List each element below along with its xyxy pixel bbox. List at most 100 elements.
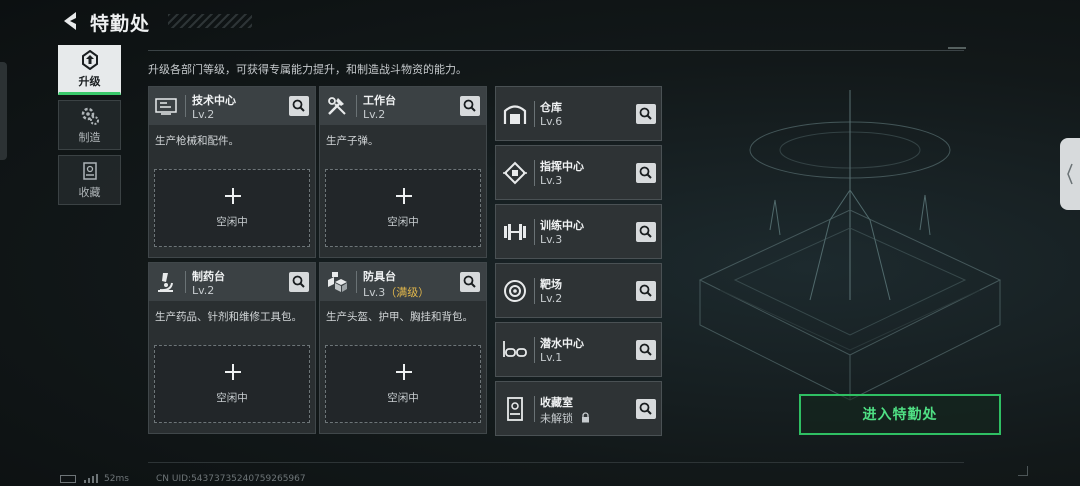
card-separator [356, 271, 357, 293]
facility-name: 靶场 [540, 278, 562, 291]
facility-row-warehouse[interactable]: 仓库 Lv.6 [495, 86, 662, 141]
search-icon[interactable] [636, 104, 656, 124]
nav-upgrade-label: 升级 [78, 74, 101, 88]
facility-name: 指挥中心 [540, 160, 584, 173]
facility-row-command-center[interactable]: 指挥中心 Lv.3 [495, 145, 662, 200]
card-level-value: Lv.2 [192, 284, 215, 297]
add-icon [396, 188, 412, 204]
card-separator [185, 95, 186, 117]
title-decoration [168, 14, 252, 28]
card-name: 制药台 [192, 270, 225, 283]
search-icon[interactable] [636, 340, 656, 360]
corner-decoration [1018, 466, 1028, 476]
production-slot[interactable]: 空闲中 [325, 169, 481, 247]
card-header: 技术中心 Lv.2 [149, 87, 315, 125]
facility-name: 潜水中心 [540, 337, 584, 350]
header-divider-tick [948, 47, 966, 49]
nav-manufacture-label: 制造 [78, 130, 101, 144]
card-max-level: （满级） [385, 286, 430, 299]
armor-boxes-icon [328, 272, 347, 292]
card-name: 防具台 [363, 270, 396, 283]
right-expand-tab[interactable] [1060, 138, 1080, 210]
search-icon[interactable] [289, 96, 309, 116]
card-level-value: Lv.2 [192, 108, 215, 121]
chevron-left-icon [1067, 163, 1073, 185]
left-edge-handle [0, 62, 7, 160]
card-description: 生产枪械和配件。 [155, 135, 239, 147]
nav-collection-label: 收藏 [78, 185, 101, 199]
top-bar: 特勤处 [0, 0, 1080, 44]
enter-special-ops-button[interactable]: 进入特勤处 [799, 394, 1001, 435]
slot-status: 空闲中 [216, 216, 248, 228]
footer-divider [148, 462, 964, 463]
search-icon[interactable] [636, 281, 656, 301]
facility-row-shooting-range[interactable]: 靶场 Lv.2 [495, 263, 662, 318]
page-title: 特勤处 [90, 13, 151, 35]
nav-collection[interactable]: 收藏 [58, 155, 121, 205]
card-description: 生产子弹。 [326, 135, 379, 147]
command-chip-icon [503, 161, 527, 185]
signal-icon [84, 474, 98, 483]
row-separator [534, 337, 535, 363]
card-level-value: Lv.2 [363, 108, 386, 121]
slot-status: 空闲中 [387, 392, 419, 404]
search-icon[interactable] [636, 163, 656, 183]
search-icon[interactable] [460, 272, 480, 292]
row-separator [534, 219, 535, 245]
slot-status: 空闲中 [387, 216, 419, 228]
warehouse-icon [503, 105, 527, 124]
facility-row-diving-center[interactable]: 潜水中心 Lv.1 [495, 322, 662, 377]
dumbbell-icon [504, 224, 526, 240]
card-separator [356, 95, 357, 117]
card-level: Lv.3（满级） [363, 284, 429, 300]
slot-status: 空闲中 [216, 392, 248, 404]
facility-level: Lv.6 [540, 115, 563, 128]
search-icon[interactable] [289, 272, 309, 292]
facility-card-workbench: 工作台 Lv.2 生产子弹。 空闲中 [319, 86, 487, 258]
card-level-value: Lv.3 [363, 286, 386, 299]
facility-name: 训练中心 [540, 219, 584, 232]
card-level: Lv.2 [192, 284, 214, 297]
facility-level: Lv.3 [540, 233, 563, 246]
card-description: 生产头盔、护甲、胸挂和背包。 [326, 311, 473, 323]
card-name: 技术中心 [192, 94, 236, 107]
nav-upgrade[interactable]: 升级 [58, 45, 121, 95]
facility-row-collection-room[interactable]: 收藏室 未解锁 [495, 381, 662, 436]
card-level: Lv.2 [192, 108, 214, 121]
production-slot[interactable]: 空闲中 [154, 345, 310, 423]
microscope-icon [158, 273, 173, 292]
facility-card-armor: 防具台 Lv.3（满级） 生产头盔、护甲、胸挂和背包。 空闲中 [319, 262, 487, 434]
facility-row-training-center[interactable]: 训练中心 Lv.3 [495, 204, 662, 259]
card-level: Lv.2 [363, 108, 385, 121]
card-name: 工作台 [363, 94, 396, 107]
card-header: 工作台 Lv.2 [320, 87, 486, 125]
gears-icon [81, 107, 99, 125]
facility-level: Lv.1 [540, 351, 563, 364]
ping-value: 52ms [104, 474, 129, 484]
facility-level: Lv.3 [540, 174, 563, 187]
diving-goggles-icon [503, 341, 527, 357]
search-icon[interactable] [460, 96, 480, 116]
page-description: 升级各部门等级，可获得专属能力提升，和制造战斗物资的能力。 [148, 63, 467, 76]
side-nav: 升级 制造 收藏 [58, 45, 122, 210]
production-slot[interactable]: 空闲中 [154, 169, 310, 247]
add-icon [396, 364, 412, 380]
facility-card-tech-center: 技术中心 Lv.2 生产枪械和配件。 空闲中 [148, 86, 316, 258]
back-arrow-icon[interactable] [60, 10, 82, 32]
production-slot[interactable]: 空闲中 [325, 345, 481, 423]
facility-name: 仓库 [540, 101, 562, 114]
search-icon[interactable] [636, 399, 656, 419]
card-description: 生产药品、针剂和维修工具包。 [155, 311, 302, 323]
add-icon [225, 188, 241, 204]
nav-manufacture[interactable]: 制造 [58, 100, 121, 150]
search-icon[interactable] [636, 222, 656, 242]
facility-level: 未解锁 [540, 410, 591, 426]
battery-icon [60, 475, 76, 483]
upgrade-icon [81, 49, 98, 70]
card-header: 防具台 Lv.3（满级） [320, 263, 486, 301]
row-separator [534, 101, 535, 127]
target-icon [504, 280, 526, 302]
card-header: 制药台 Lv.2 [149, 263, 315, 301]
facility-name: 收藏室 [540, 396, 573, 409]
tools-icon [328, 97, 346, 115]
